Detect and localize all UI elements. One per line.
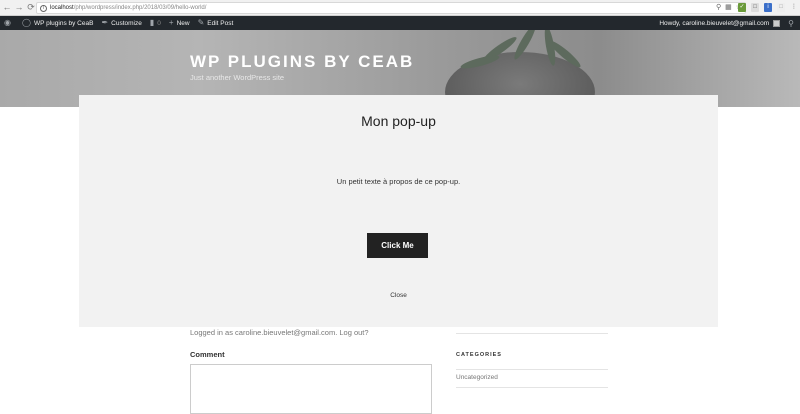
sidebar-divider	[456, 387, 608, 388]
comment-textarea[interactable]	[190, 364, 432, 414]
wordpress-logo[interactable]: ◉	[4, 19, 14, 27]
dashboard-icon: ◯	[21, 18, 31, 27]
pencil-icon: ✎	[197, 18, 205, 27]
admin-bar-new[interactable]: + New	[169, 19, 190, 27]
close-link[interactable]: Close	[79, 292, 718, 299]
extension-icon[interactable]: ✓	[738, 3, 746, 12]
categories-heading: CATEGORIES	[456, 352, 502, 358]
edit-post-label: Edit Post	[207, 19, 234, 27]
admin-bar-customize[interactable]: ✒ Customize	[101, 19, 141, 27]
menu-icon[interactable]: ⋮	[790, 3, 798, 12]
customize-label: Customize	[111, 19, 142, 27]
wordpress-icon: ◉	[4, 18, 11, 27]
plus-icon: +	[168, 18, 174, 27]
back-icon[interactable]: ←	[2, 2, 12, 14]
extension-icon[interactable]: i	[764, 3, 772, 12]
site-description: Just another WordPress site	[190, 73, 285, 82]
reload-icon[interactable]: ⟳	[26, 2, 36, 14]
comments-count: 0	[157, 19, 161, 27]
info-icon[interactable]: i	[40, 4, 47, 12]
comment-icon: ▮	[149, 18, 155, 27]
site-title[interactable]: WP PLUGINS BY CEAB	[190, 52, 414, 72]
address-bar[interactable]: i localhost /php/wordpress/index.php/201…	[36, 2, 746, 14]
admin-bar-comments[interactable]: ▮ 0	[150, 19, 161, 27]
extension-icon[interactable]: □	[751, 3, 759, 12]
translate-icon[interactable]: ▦	[725, 3, 732, 11]
sidebar-divider	[456, 333, 608, 334]
extension-icon[interactable]: □	[777, 3, 785, 12]
avatar[interactable]	[773, 19, 781, 27]
site-name: WP plugins by CeaB	[33, 19, 94, 27]
sidebar-divider	[456, 369, 608, 370]
comment-label: Comment	[190, 350, 225, 359]
howdy-user[interactable]: Howdy, caroline.bieuvelet@gmail.com	[659, 20, 769, 27]
admin-bar-edit-post[interactable]: ✎ Edit Post	[198, 19, 234, 27]
search-icon[interactable]: ⚲	[788, 19, 794, 28]
modal-title: Mon pop-up	[361, 113, 436, 129]
url-path: /php/wordpress/index.php/2018/03/09/hell…	[73, 5, 207, 11]
logged-in-text[interactable]: Logged in as caroline.bieuvelet@gmail.co…	[190, 328, 369, 337]
new-label: New	[176, 19, 190, 27]
admin-bar: ◉ ◯ WP plugins by CeaB ✒ Customize ▮ 0 +…	[0, 16, 800, 30]
customize-icon: ✒	[101, 18, 109, 27]
forward-icon[interactable]: →	[14, 2, 24, 14]
click-me-button[interactable]: Click Me	[367, 233, 428, 258]
url-host: localhost	[50, 5, 74, 11]
admin-bar-site[interactable]: ◯ WP plugins by CeaB	[22, 19, 93, 27]
category-link[interactable]: Uncategorized	[456, 374, 498, 381]
popup-modal: Mon pop-up Un petit texte à propos de ce…	[79, 95, 718, 327]
browser-toolbar: ← → ⟳ i localhost /php/wordpress/index.p…	[0, 0, 800, 16]
modal-text: Un petit texte à propos de ce pop-up.	[336, 177, 461, 186]
zoom-icon[interactable]: ⚲	[716, 3, 721, 11]
